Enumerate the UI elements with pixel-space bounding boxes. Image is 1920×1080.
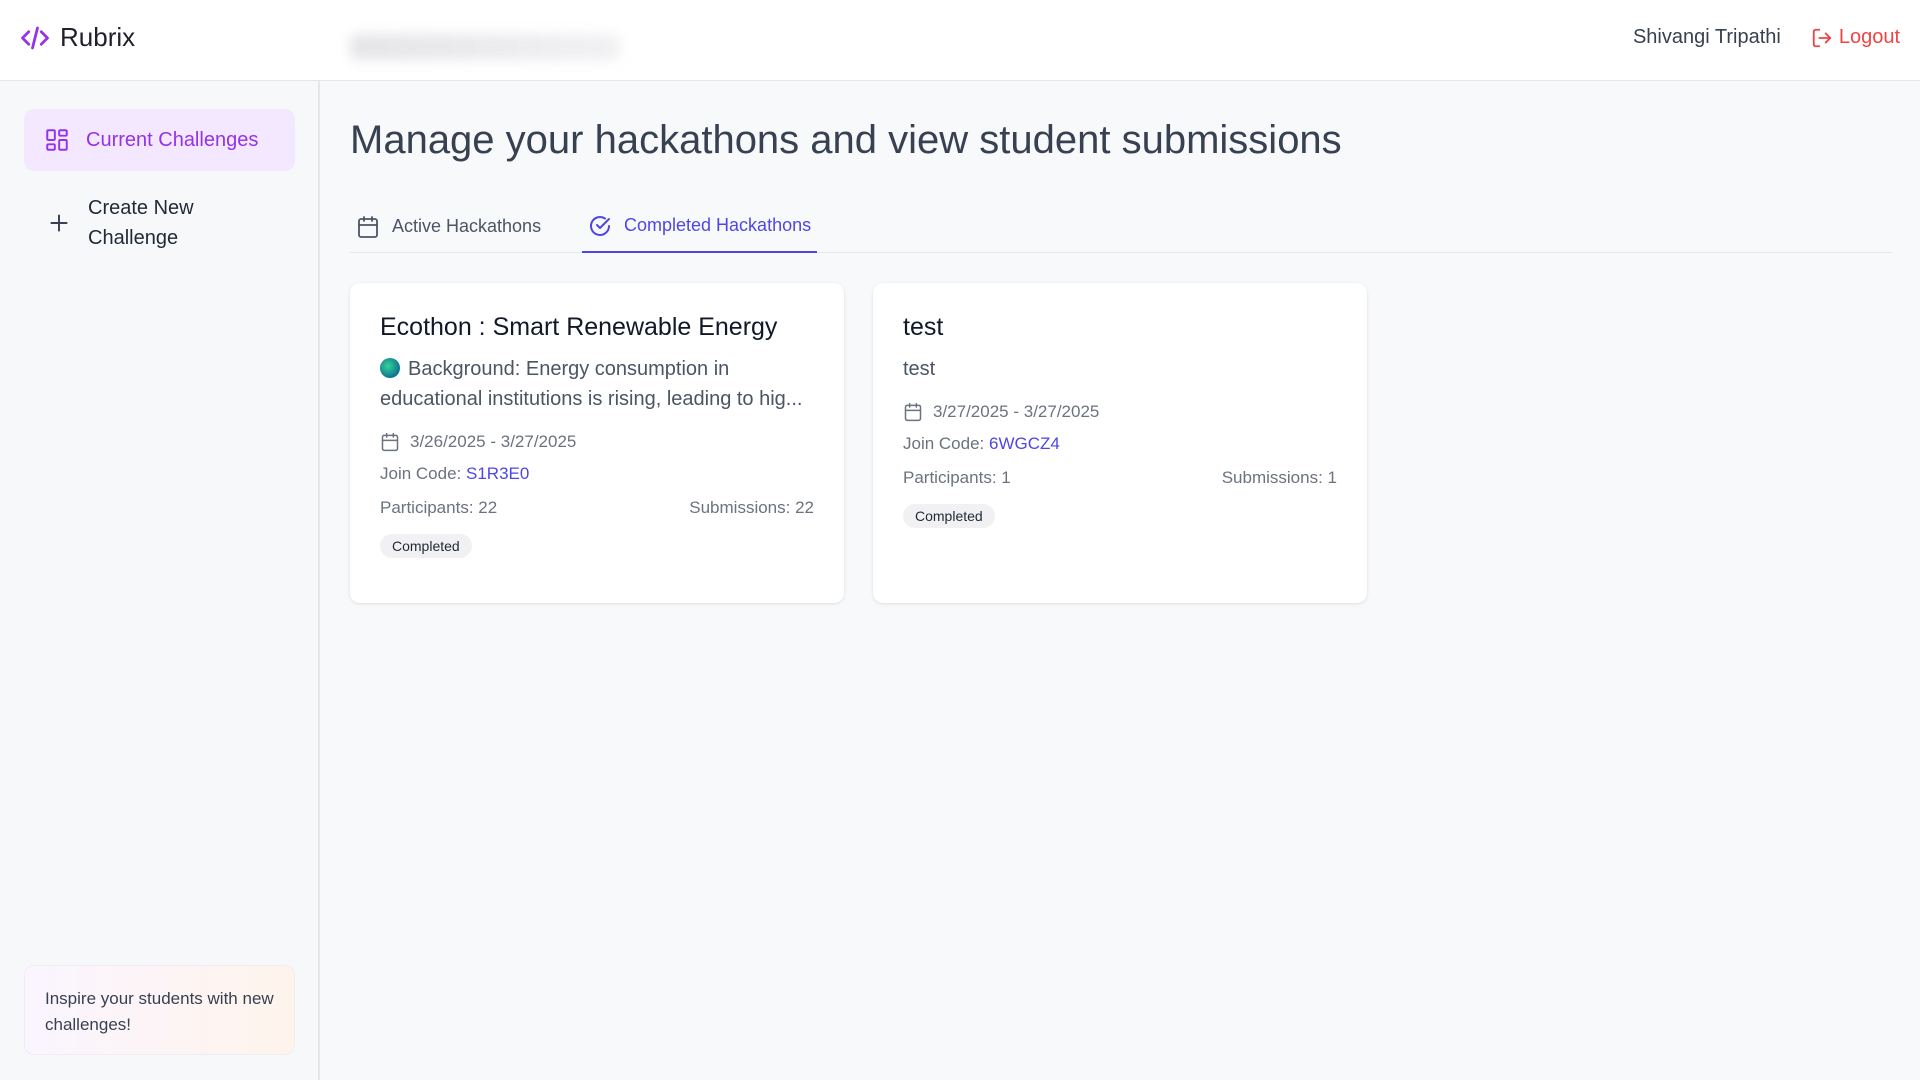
tab-label: Active Hackathons [392, 216, 542, 236]
date-range-text: 3/27/2025 - 3/27/2025 [933, 402, 1100, 421]
hackathon-card[interactable]: Ecothon : Smart Renewable Energy Backgro… [350, 283, 844, 603]
logout-label: Logout [1838, 26, 1900, 48]
grid-icon [46, 129, 68, 151]
logout-button[interactable]: Logout [1811, 26, 1900, 49]
join-code[interactable]: S1R3E0 [466, 464, 529, 483]
submissions-count: Submissions: 1 [1221, 468, 1337, 487]
date-range: 3/26/2025 - 3/27/2025 [380, 432, 814, 452]
status-badge: Completed [903, 504, 995, 528]
sidebar: Current Challenges Create New Challenge … [0, 81, 320, 1080]
blurred-header-text [350, 34, 620, 60]
hackathon-card[interactable]: test test 3/27/2025 - 3/27/2025 Join Cod… [873, 283, 1367, 603]
sidebar-item-label: Current Challenges [86, 128, 259, 151]
join-code-row: Join Code: S1R3E0 [380, 464, 814, 484]
globe-icon [380, 358, 400, 378]
participants-count: Participants: 1 [903, 468, 1011, 487]
tab-active-hackathons[interactable]: Active Hackathons [350, 200, 547, 253]
page-title: Manage your hackathons and view student … [350, 118, 1342, 162]
code-icon [21, 26, 49, 49]
calendar-icon [358, 215, 378, 238]
stats-row: Participants: 22 Submissions: 22 [380, 498, 814, 518]
card-description: test [903, 358, 936, 380]
calendar-icon [904, 402, 922, 422]
date-range: 3/27/2025 - 3/27/2025 [903, 402, 1337, 422]
logout-icon [1812, 28, 1831, 47]
tab-completed-hackathons[interactable]: Completed Hackathons [582, 200, 818, 253]
user-name: Shivangi Tripathi [1632, 26, 1781, 48]
check-circle-icon [590, 215, 610, 236]
stats-row: Participants: 1 Submissions: 1 [903, 468, 1337, 488]
top-header: Rubrix Shivangi Tripathi Logout [0, 0, 1920, 81]
submissions-count: Submissions: 22 [689, 498, 814, 517]
brand[interactable]: Rubrix [20, 22, 135, 53]
calendar-icon [381, 432, 399, 452]
sidebar-item-current-challenges[interactable]: Current Challenges [24, 109, 295, 171]
inspire-banner: Inspire your students with new challenge… [24, 965, 295, 1055]
tab-label: Completed Hackathons [624, 215, 812, 235]
user-area: Shivangi Tripathi Logout [1633, 26, 1900, 49]
card-description: Background: Energy consumption in educat… [380, 354, 814, 414]
join-code-label: Join Code: [903, 434, 985, 453]
date-range-text: 3/26/2025 - 3/27/2025 [410, 432, 577, 451]
plus-icon [50, 214, 68, 232]
card-title: test [903, 313, 944, 341]
join-code[interactable]: 6WGCZ4 [989, 434, 1060, 453]
card-description-text: Background: Energy consumption in educat… [380, 358, 803, 410]
app-name: Rubrix [60, 22, 136, 52]
status-badge: Completed [380, 534, 472, 558]
sidebar-item-label: Create New Challenge [88, 197, 194, 249]
join-code-row: Join Code: 6WGCZ4 [903, 434, 1337, 454]
join-code-label: Join Code: [380, 464, 462, 483]
sidebar-item-create-new-challenge[interactable]: Create New Challenge [24, 191, 295, 255]
participants-count: Participants: 22 [380, 498, 498, 517]
card-title: Ecothon : Smart Renewable Energy [380, 313, 778, 341]
tab-bar: Active Hackathons Completed Hackathons [350, 200, 1892, 253]
